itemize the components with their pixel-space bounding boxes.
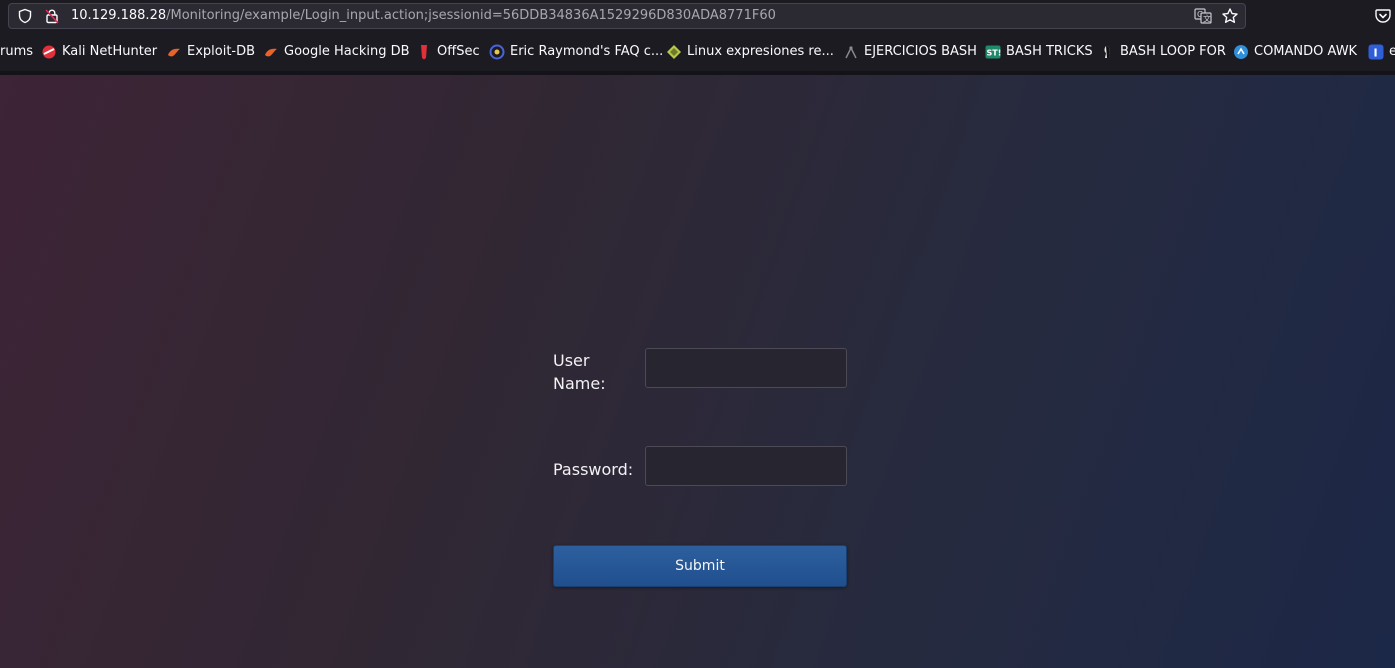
bookmark-label: Exploit-DB: [187, 44, 256, 59]
bookmark-more[interactable]: I e: [1368, 43, 1395, 61]
bookmark-offsec[interactable]: OffSec: [416, 43, 480, 61]
bookmark-label: OffSec: [437, 44, 480, 59]
password-label: Password:: [553, 460, 634, 479]
bookmark-linux-expresiones[interactable]: Linux expresiones re...: [666, 43, 834, 61]
url-text[interactable]: 10.129.188.28/Monitoring/example/Login_i…: [71, 8, 776, 24]
bookmark-label: Linux expresiones re...: [687, 44, 834, 59]
svg-text:文: 文: [1203, 14, 1211, 24]
svg-text:I: I: [1374, 47, 1378, 60]
st-icon: ST!: [985, 44, 1001, 60]
star-icon[interactable]: [1221, 7, 1239, 25]
letter-i-icon: I: [1368, 44, 1384, 60]
offsec-icon: [416, 44, 432, 60]
browser-toolbar: 10.129.188.28/Monitoring/example/Login_i…: [0, 0, 1395, 33]
bookmark-label: rums: [0, 44, 34, 59]
antenna-icon: [843, 44, 859, 60]
address-bar[interactable]: 10.129.188.28/Monitoring/example/Login_i…: [8, 3, 1246, 29]
ghdb-icon: [263, 44, 279, 60]
bookmark-exploit-db[interactable]: Exploit-DB: [166, 43, 255, 61]
figure-icon: [1099, 44, 1115, 60]
url-path: /Monitoring/example/Login_input.action;j…: [166, 8, 776, 23]
bookmark-label: Eric Raymond's FAQ c...: [510, 44, 664, 59]
bookmark-google-hacking-db[interactable]: Google Hacking DB: [263, 43, 410, 61]
catb-icon: [489, 44, 505, 60]
bookmark-bash-loop-for[interactable]: BASH LOOP FOR: [1099, 43, 1226, 61]
bookmarks-toolbar: rums Kali NetHunter Exploit-DB Google Ha…: [0, 33, 1395, 71]
insecure-lock-icon[interactable]: [44, 8, 60, 24]
bookmark-label: Kali NetHunter: [62, 44, 158, 59]
kali-nethunter-icon: [41, 44, 57, 60]
circle-logo-icon: [1233, 44, 1249, 60]
submit-button[interactable]: Submit: [553, 545, 847, 587]
username-label: User Name:: [553, 351, 606, 393]
page-content: User Name: Password: Submit: [0, 75, 1395, 668]
bookmark-bash-tricks[interactable]: ST! BASH TRICKS: [985, 43, 1093, 61]
translate-icon[interactable]: G 文: [1194, 8, 1212, 24]
bookmark-label: BASH LOOP FOR: [1120, 44, 1226, 59]
bookmark-label: COMANDO AWK: [1254, 44, 1358, 59]
bookmark-forums[interactable]: rums: [0, 43, 33, 61]
bookmark-ejercicios-bash[interactable]: EJERCICIOS BASH: [843, 43, 977, 61]
url-host: 10.129.188.28: [71, 8, 167, 23]
diamond-icon: [666, 44, 682, 60]
password-input[interactable]: [645, 446, 847, 486]
svg-text:ST!: ST!: [987, 49, 1002, 58]
bookmark-label: EJERCICIOS BASH: [864, 44, 977, 59]
bookmark-kali-nethunter[interactable]: Kali NetHunter: [41, 43, 157, 61]
shield-icon[interactable]: [17, 8, 33, 24]
bookmark-label: e: [1389, 44, 1395, 59]
bookmark-comando-awk[interactable]: COMANDO AWK: [1233, 43, 1357, 61]
pocket-icon[interactable]: [1374, 7, 1392, 25]
bookmark-label: Google Hacking DB: [284, 44, 410, 59]
username-input[interactable]: [645, 348, 847, 388]
exploit-db-icon: [166, 44, 182, 60]
bookmark-label: BASH TRICKS: [1006, 44, 1093, 59]
bookmark-eric-raymond-faq[interactable]: Eric Raymond's FAQ c...: [489, 43, 663, 61]
